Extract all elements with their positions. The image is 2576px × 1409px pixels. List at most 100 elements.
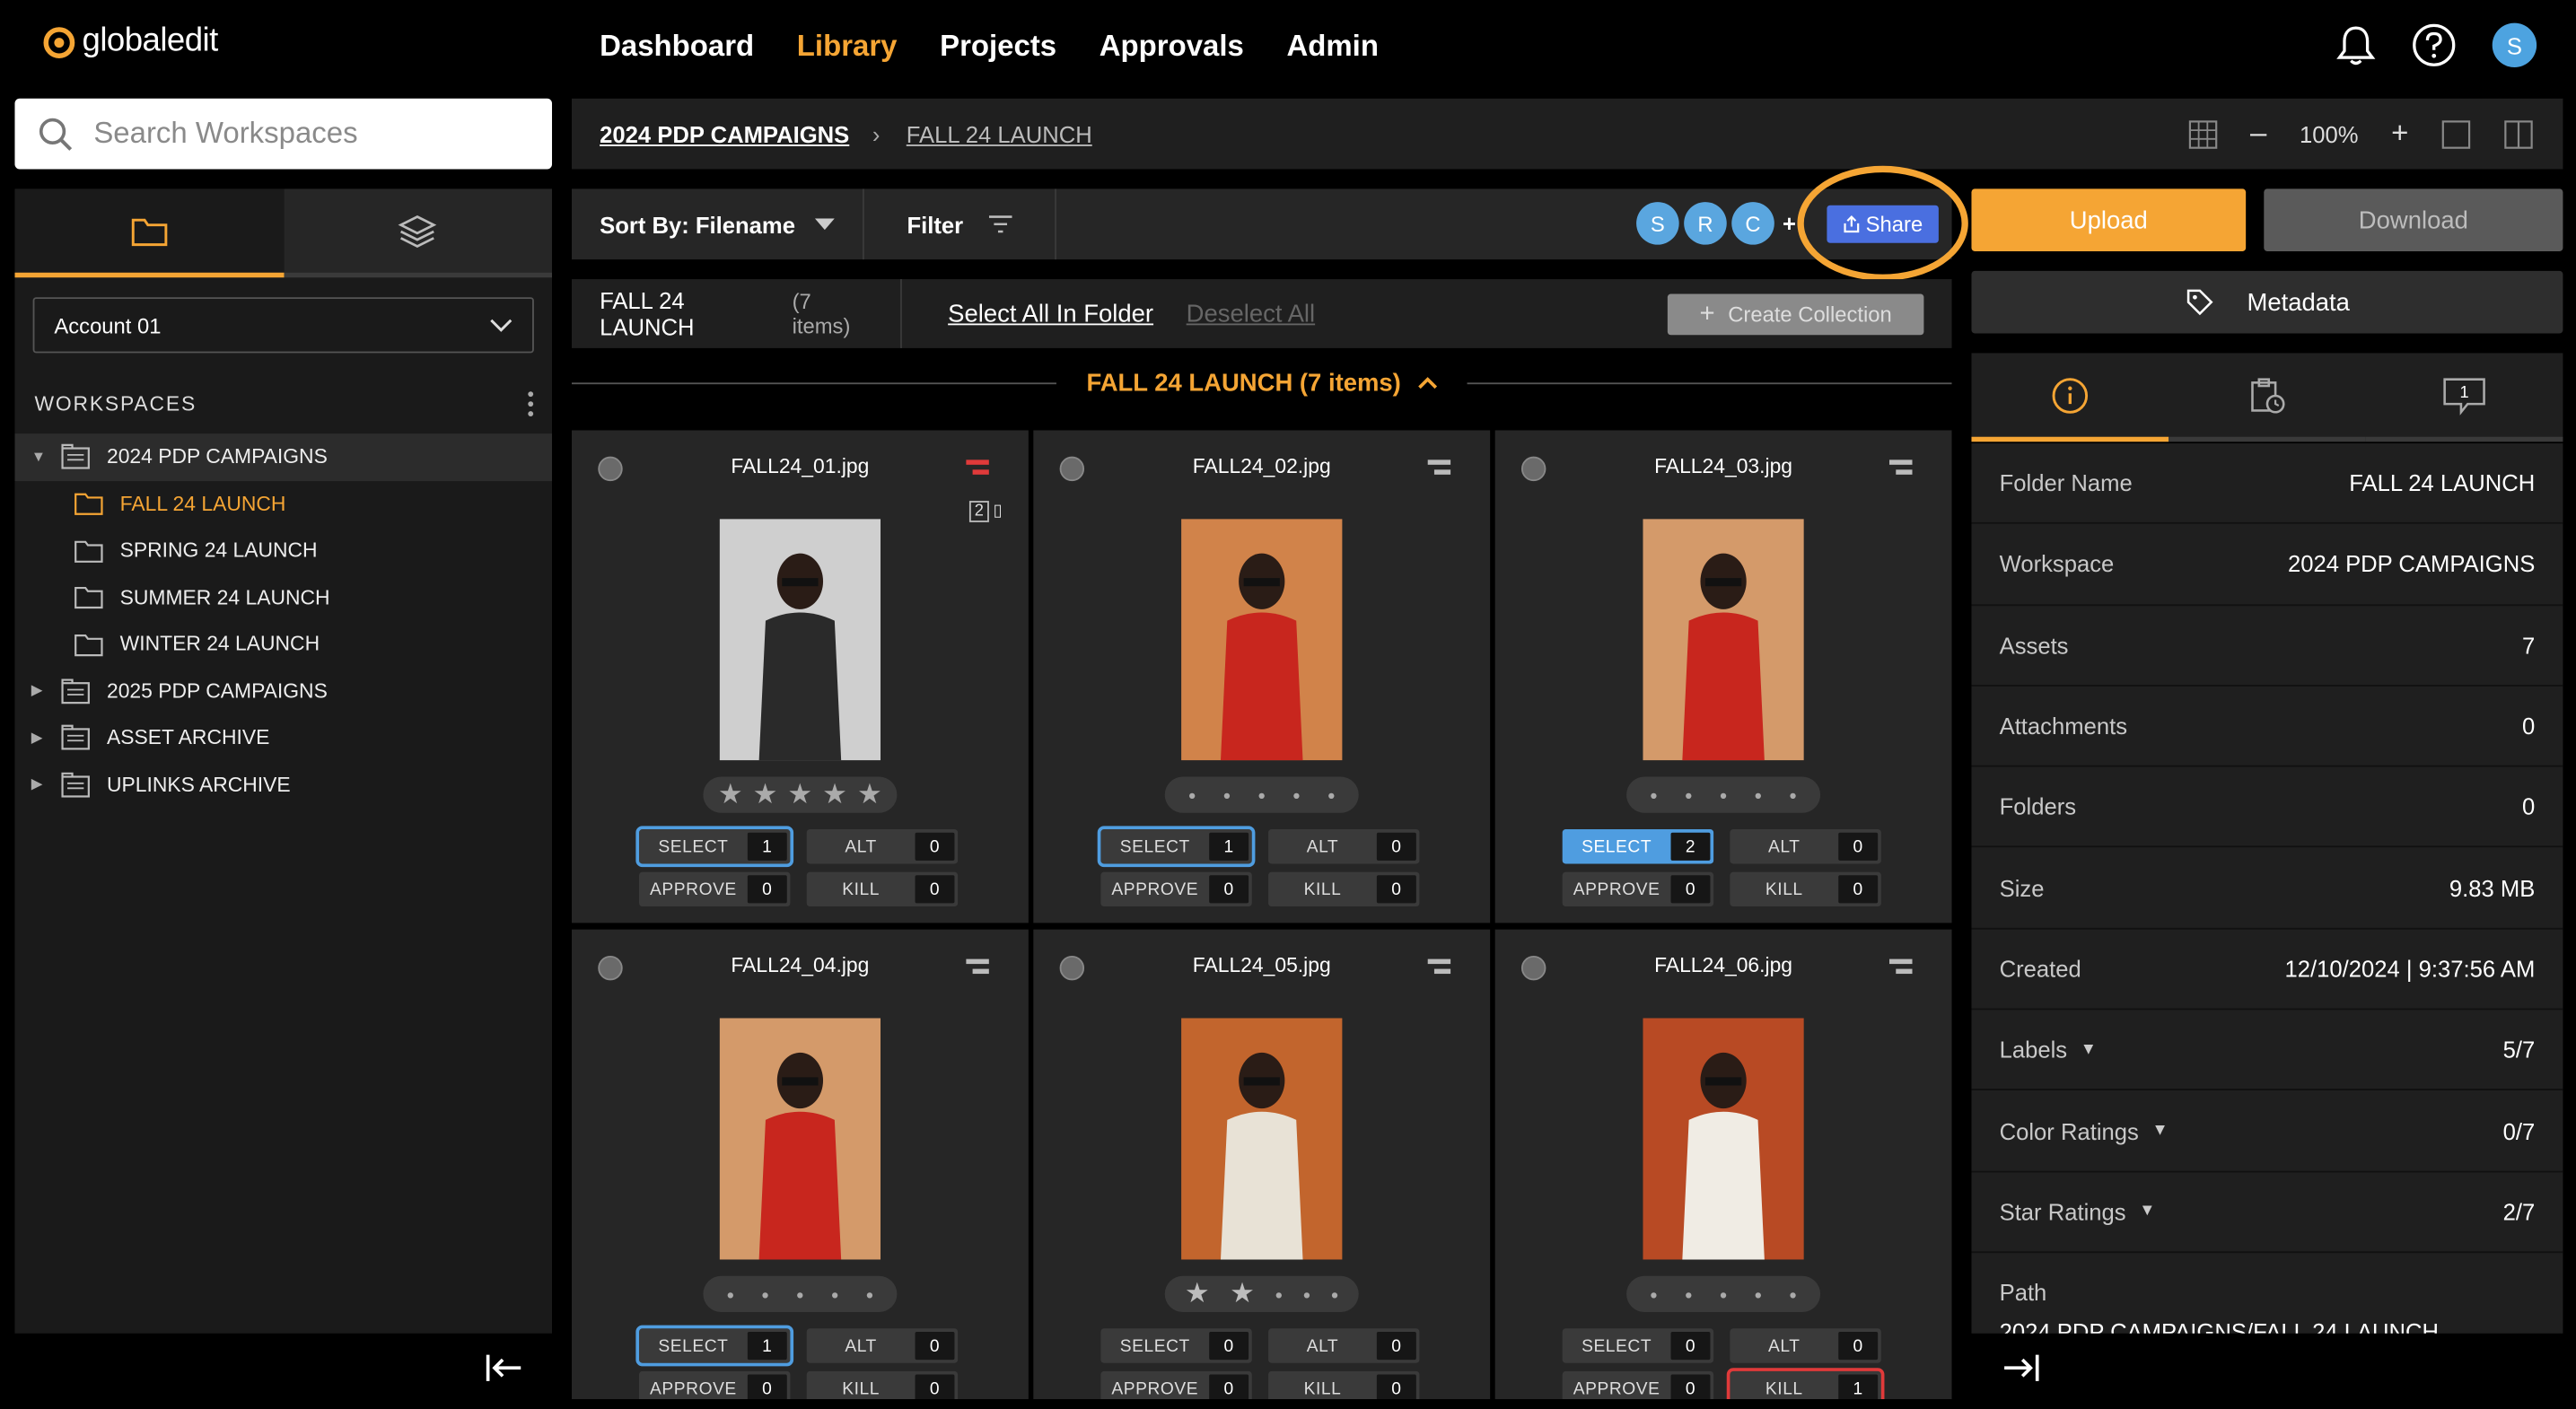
star-dot[interactable]: ●: [1720, 787, 1728, 801]
tree-item-spring-24-launch[interactable]: SPRING 24 LAUNCH: [14, 527, 552, 573]
star-dot[interactable]: ●: [796, 1287, 804, 1301]
nav-library[interactable]: Library: [797, 30, 898, 64]
star-dot[interactable]: ●: [1685, 1287, 1693, 1301]
star-dot[interactable]: ●: [1188, 787, 1196, 801]
search-input[interactable]: [93, 116, 521, 152]
tab-info[interactable]: [1971, 353, 2169, 442]
select-vote-button[interactable]: SELECT 1: [635, 1325, 794, 1367]
star-rating[interactable]: ★ ★ ★ ★ ★: [703, 776, 898, 813]
section-toggle[interactable]: FALL 24 LAUNCH (7 items): [1056, 369, 1467, 397]
label-flag-icon[interactable]: [1427, 459, 1451, 478]
caret-right-icon[interactable]: ▶: [31, 682, 48, 700]
star-dot[interactable]: ●: [1331, 1287, 1339, 1301]
star-dot[interactable]: ●: [1789, 1287, 1797, 1301]
breadcrumb-root[interactable]: 2024 PDP CAMPAIGNS: [600, 120, 849, 146]
star-dot[interactable]: ●: [1222, 787, 1231, 801]
star-dot[interactable]: ●: [1257, 787, 1266, 801]
approve-vote-button[interactable]: APPROVE 0: [639, 871, 791, 907]
label-flag-icon[interactable]: [1427, 958, 1451, 977]
kill-vote-button[interactable]: KILL 0: [806, 871, 959, 907]
bell-icon[interactable]: [2336, 24, 2376, 67]
alt-vote-button[interactable]: ALT 0: [806, 829, 959, 864]
nav-admin[interactable]: Admin: [1286, 30, 1379, 64]
info-row[interactable]: Color Ratings ▼ 0/7: [1971, 1091, 2563, 1172]
approve-vote-button[interactable]: APPROVE 0: [1100, 871, 1252, 907]
caret-down-icon[interactable]: ▼: [2081, 1041, 2097, 1059]
alt-vote-button[interactable]: ALT 0: [1730, 829, 1881, 864]
star-icon[interactable]: ★: [718, 778, 743, 811]
label-flag-icon[interactable]: [966, 958, 989, 977]
star-dot[interactable]: ●: [726, 1287, 734, 1301]
kill-vote-button[interactable]: KILL 1: [1726, 1368, 1885, 1399]
select-vote-button[interactable]: SELECT 1: [1097, 826, 1256, 868]
more-vertical-icon[interactable]: [526, 389, 536, 419]
select-vote-button[interactable]: SELECT 2: [1562, 829, 1714, 864]
asset-thumbnail[interactable]: [1181, 1018, 1343, 1260]
search-box[interactable]: [14, 98, 553, 170]
approve-vote-button[interactable]: APPROVE 0: [1562, 871, 1714, 907]
participant-avatar[interactable]: S: [1636, 202, 1679, 245]
star-dot[interactable]: ●: [1327, 787, 1336, 801]
alt-vote-button[interactable]: ALT 0: [1730, 1328, 1881, 1363]
star-dot[interactable]: ●: [1292, 787, 1301, 801]
star-icon[interactable]: ★: [822, 778, 847, 811]
asset-card[interactable]: FALL24_02.jpg ● ● ● ● ● SELECT 1 ALT 0 APPROVE…: [1033, 430, 1491, 923]
star-icon[interactable]: ★: [857, 778, 882, 811]
tree-item-uplinks-archive[interactable]: ▶ UPLINKS ARCHIVE: [14, 761, 552, 808]
asset-thumbnail[interactable]: [1643, 519, 1804, 761]
kill-vote-button[interactable]: KILL 0: [1268, 871, 1420, 907]
tab-layers[interactable]: [283, 188, 553, 278]
filter-button[interactable]: Filter: [864, 188, 1057, 260]
tree-item-summer-24-launch[interactable]: SUMMER 24 LAUNCH: [14, 574, 552, 621]
create-collection-button[interactable]: + Create Collection: [1667, 293, 1924, 336]
kill-vote-button[interactable]: KILL 0: [1268, 1370, 1420, 1399]
asset-card[interactable]: FALL24_04.jpg ● ● ● ● ● SELECT 1 ALT 0 APPROVE…: [571, 929, 1029, 1399]
star-dot[interactable]: ●: [1650, 1287, 1658, 1301]
tab-history[interactable]: [2169, 353, 2366, 442]
select-vote-button[interactable]: SELECT 1: [635, 826, 794, 868]
tree-item-asset-archive[interactable]: ▶ ASSET ARCHIVE: [14, 714, 552, 761]
alt-vote-button[interactable]: ALT 0: [1268, 829, 1420, 864]
upload-button[interactable]: Upload: [1971, 188, 2247, 251]
star-icon[interactable]: ★: [787, 778, 812, 811]
select-vote-button[interactable]: SELECT 0: [1562, 1328, 1714, 1363]
add-participant-icon[interactable]: +: [1783, 210, 1796, 236]
version-badge[interactable]: 2 ▯: [969, 501, 1003, 522]
zoom-out-icon[interactable]: –: [2250, 117, 2266, 151]
account-select[interactable]: Account 01: [32, 297, 534, 354]
star-dot[interactable]: ●: [865, 1287, 873, 1301]
alt-vote-button[interactable]: ALT 0: [806, 1328, 959, 1363]
sort-dropdown[interactable]: Sort By: Filename: [572, 188, 864, 260]
star-rating[interactable]: ● ● ● ● ●: [1626, 776, 1821, 813]
star-dot[interactable]: ●: [1650, 787, 1658, 801]
nav-projects[interactable]: Projects: [940, 30, 1056, 64]
alt-vote-button[interactable]: ALT 0: [1268, 1328, 1420, 1363]
star-dot[interactable]: ●: [1275, 1287, 1283, 1301]
star-dot[interactable]: ●: [1685, 787, 1693, 801]
star-dot[interactable]: ●: [1789, 787, 1797, 801]
star-rating[interactable]: ★ ★ ● ● ●: [1164, 1275, 1359, 1313]
tree-item-2025-pdp-campaigns[interactable]: ▶ 2025 PDP CAMPAIGNS: [14, 668, 552, 714]
asset-thumbnail[interactable]: [719, 519, 881, 761]
star-dot[interactable]: ●: [1754, 787, 1762, 801]
metadata-button[interactable]: Metadata: [1971, 270, 2563, 334]
approve-vote-button[interactable]: APPROVE 0: [1562, 1370, 1714, 1399]
collapse-right-icon[interactable]: [2001, 1352, 2040, 1385]
star-dot[interactable]: ●: [761, 1287, 769, 1301]
tree-item-2024-pdp-campaigns[interactable]: ▼ 2024 PDP CAMPAIGNS: [14, 433, 553, 481]
compare-view-icon[interactable]: [2504, 119, 2534, 149]
single-view-icon[interactable]: [2441, 119, 2471, 149]
asset-card[interactable]: FALL24_03.jpg ● ● ● ● ● SELECT 2 ALT 0 APPROVE…: [1494, 430, 1952, 923]
asset-card[interactable]: FALL24_01.jpg 2 ▯ ★ ★ ★ ★ ★ SELECT 1 ALT 0 APP…: [571, 430, 1029, 923]
select-all-link[interactable]: Select All In Folder: [948, 300, 1153, 328]
asset-card[interactable]: FALL24_05.jpg ★ ★ ● ● ● SELECT 0 ALT 0 APPROVE…: [1033, 929, 1491, 1399]
star-icon[interactable]: ★: [753, 778, 778, 811]
star-rating[interactable]: ● ● ● ● ●: [1626, 1275, 1821, 1313]
star-rating[interactable]: ● ● ● ● ●: [703, 1275, 898, 1313]
star-icon[interactable]: ★: [1230, 1278, 1255, 1311]
collapse-left-icon[interactable]: [485, 1352, 524, 1385]
info-row[interactable]: Labels ▼ 5/7: [1971, 1010, 2563, 1091]
kill-vote-button[interactable]: KILL 0: [1730, 871, 1881, 907]
caret-down-icon[interactable]: ▼: [2152, 1122, 2169, 1140]
participant-avatar[interactable]: R: [1684, 202, 1727, 245]
